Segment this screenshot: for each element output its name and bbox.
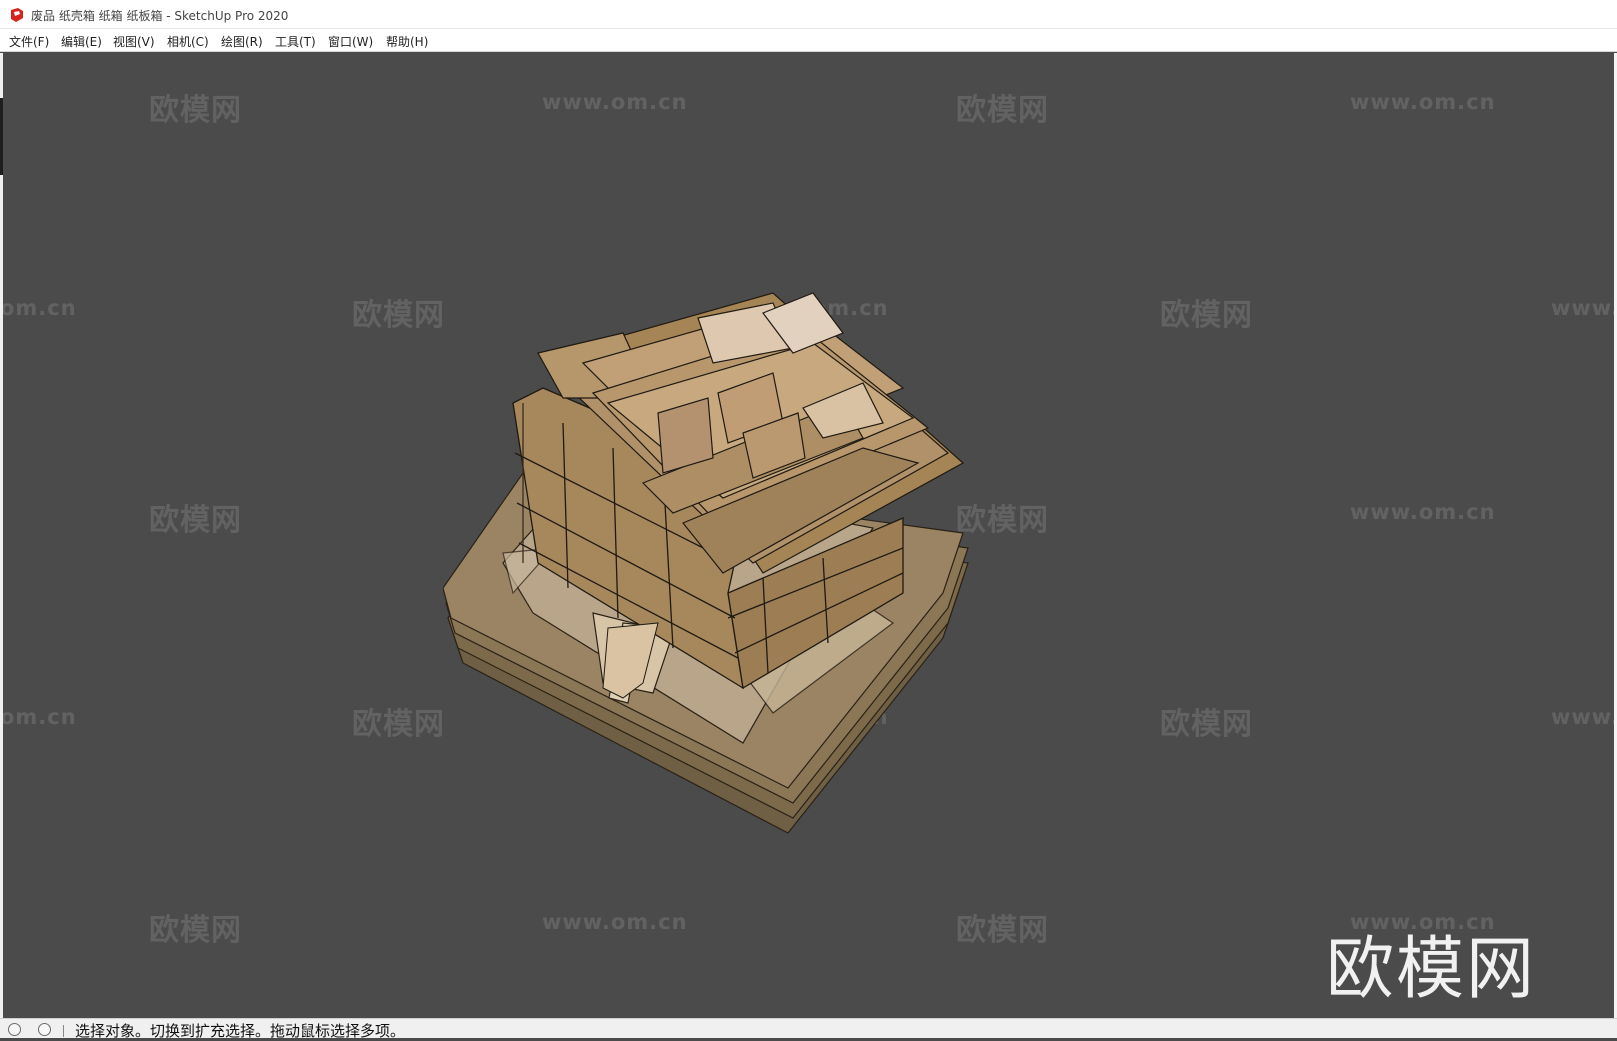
status-bar: 选择对象。切换到扩充选择。拖动鼠标选择多项。 — [0, 1018, 1617, 1040]
watermark-logo: 欧模网 — [149, 93, 242, 128]
watermark-logo: 欧模网 — [1160, 707, 1253, 742]
watermark-url-partial: www. — [1551, 296, 1617, 320]
watermark-logo: 欧模网 — [149, 913, 242, 948]
watermark-url: www.om.cn — [542, 910, 688, 934]
window-title: 废品 纸壳箱 纸箱 纸板箱 - SketchUp Pro 2020 — [31, 9, 289, 23]
geolocation-icon[interactable] — [8, 1023, 21, 1036]
watermark-logo: 欧模网 — [352, 298, 445, 333]
watermark-logo: 欧模网 — [956, 93, 1049, 128]
watermark-logo: 欧模网 — [956, 913, 1049, 948]
menu-draw[interactable]: 绘图(R) — [221, 33, 263, 50]
menu-file[interactable]: 文件(F) — [9, 33, 49, 50]
status-separator — [63, 1025, 64, 1037]
watermark-url: www.om.cn — [1350, 500, 1496, 524]
watermark-url: www.om.cn — [1350, 90, 1496, 114]
menu-edit[interactable]: 编辑(E) — [61, 33, 102, 50]
cardboard-stack-model[interactable] — [443, 273, 1003, 853]
watermark-url-partial: om.cn — [3, 705, 77, 729]
menu-camera[interactable]: 相机(C) — [167, 33, 209, 50]
menu-bar: 文件(F) 编辑(E) 视图(V) 相机(C) 绘图(R) 工具(T) 窗口(W… — [0, 29, 1617, 52]
watermark-url: www.om.cn — [542, 90, 688, 114]
watermark-url-partial: om.cn — [3, 296, 77, 320]
watermark-logo: 欧模网 — [352, 707, 445, 742]
menu-tools[interactable]: 工具(T) — [275, 33, 316, 50]
menu-window[interactable]: 窗口(W) — [328, 33, 373, 50]
model-viewport[interactable]: 欧模网 www.om.cn 欧模网 www.om.cn om.cn 欧模网 ww… — [3, 53, 1617, 1018]
watermark-logo-large: 欧模网 — [1326, 930, 1537, 1009]
sketchup-icon — [11, 8, 23, 22]
info-icon[interactable] — [38, 1023, 51, 1036]
watermark-url-partial: www. — [1551, 705, 1617, 729]
watermark-logo: 欧模网 — [1160, 298, 1253, 333]
watermark-logo: 欧模网 — [149, 503, 242, 538]
menu-view[interactable]: 视图(V) — [113, 33, 155, 50]
title-bar: 废品 纸壳箱 纸箱 纸板箱 - SketchUp Pro 2020 — [0, 0, 1617, 29]
menu-help[interactable]: 帮助(H) — [386, 33, 428, 50]
